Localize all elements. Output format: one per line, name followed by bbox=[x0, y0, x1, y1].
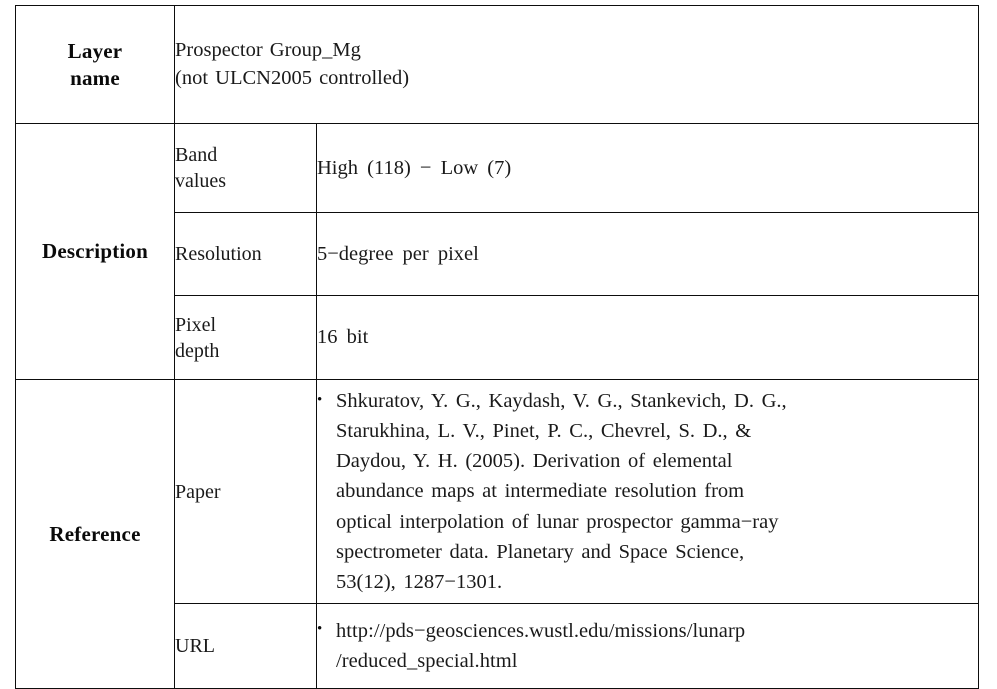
layer-name-line1: Prospector Group_Mg bbox=[175, 38, 361, 61]
sub-label-url: URL bbox=[174, 603, 317, 689]
table-row-reference-paper: Reference Paper • Shkuratov, Y. G., Kayd… bbox=[15, 379, 980, 689]
category-label-line1: Layer bbox=[67, 39, 123, 64]
sub-label-band-values-line1: Band bbox=[175, 144, 218, 166]
layer-name-value: Prospector Group_Mg (not ULCN2005 contro… bbox=[173, 5, 980, 124]
row-category-layer-name: Layer name bbox=[15, 5, 175, 124]
layer-specification-table: Layer name Prospector Group_Mg (not ULCN… bbox=[15, 5, 980, 689]
table-row-layer-name: Layer name Prospector Group_Mg (not ULCN… bbox=[15, 5, 980, 124]
sub-label-band-values: Band values bbox=[174, 123, 317, 213]
layer-name-line2: (not ULCN2005 controlled) bbox=[175, 66, 410, 89]
category-label-description: Description bbox=[41, 239, 149, 263]
citation-line-1: Shkuratov, Y. G., Kaydash, V. G., Stanke… bbox=[336, 390, 787, 413]
row-category-reference: Reference bbox=[15, 379, 175, 689]
category-label-stack: Layer name bbox=[16, 38, 174, 91]
category-label-reference: Reference bbox=[49, 521, 141, 546]
url-link[interactable]: http://pds−geosciences.wustl.edu/mission… bbox=[336, 616, 978, 646]
table-row-band-values: Description Band values High (118) − Low… bbox=[15, 123, 980, 380]
sub-label-band-values-line2: values bbox=[175, 170, 227, 192]
category-label-line2: name bbox=[70, 65, 120, 90]
value-resolution: 5−degree per pixel bbox=[315, 212, 980, 296]
value-reference-url: • http://pds−geosciences.wustl.edu/missi… bbox=[315, 603, 980, 689]
value-band-values: High (118) − Low (7) bbox=[315, 123, 980, 213]
citation-line-5: optical interpolation of lunar prospecto… bbox=[336, 510, 779, 533]
reference-citation-item: • Shkuratov, Y. G., Kaydash, V. G., Stan… bbox=[317, 386, 978, 596]
citation-line-2: Starukhina, L. V., Pinet, P. C., Chevrel… bbox=[336, 420, 752, 443]
sub-label-paper: Paper bbox=[174, 379, 317, 604]
sub-label-resolution: Resolution bbox=[174, 212, 317, 296]
citation-line-4: abundance maps at intermediate resolutio… bbox=[336, 480, 745, 503]
bullet-icon: • bbox=[317, 391, 323, 408]
value-pixel-depth: 16 bit bbox=[315, 295, 980, 380]
bullet-icon: • bbox=[317, 621, 323, 638]
sub-label-pixel-depth: Pixel depth bbox=[174, 295, 317, 380]
row-category-description: Description bbox=[15, 123, 175, 380]
reference-url-item: • http://pds−geosciences.wustl.edu/missi… bbox=[317, 616, 978, 676]
citation-line-7: 53(12), 1287−1301. bbox=[336, 570, 503, 593]
sub-label-pixel-depth-line1: Pixel bbox=[175, 313, 217, 336]
url-link-continued[interactable]: /reduced_special.html bbox=[336, 646, 978, 676]
value-reference-paper: • Shkuratov, Y. G., Kaydash, V. G., Stan… bbox=[315, 379, 980, 604]
sub-label-pixel-depth-line2: depth bbox=[175, 339, 220, 362]
citation-line-3: Daydou, Y. H. (2005). Derivation of elem… bbox=[336, 450, 733, 473]
citation-line-6: spectrometer data. Planetary and Space S… bbox=[336, 540, 745, 563]
document-page: Layer name Prospector Group_Mg (not ULCN… bbox=[0, 0, 997, 689]
